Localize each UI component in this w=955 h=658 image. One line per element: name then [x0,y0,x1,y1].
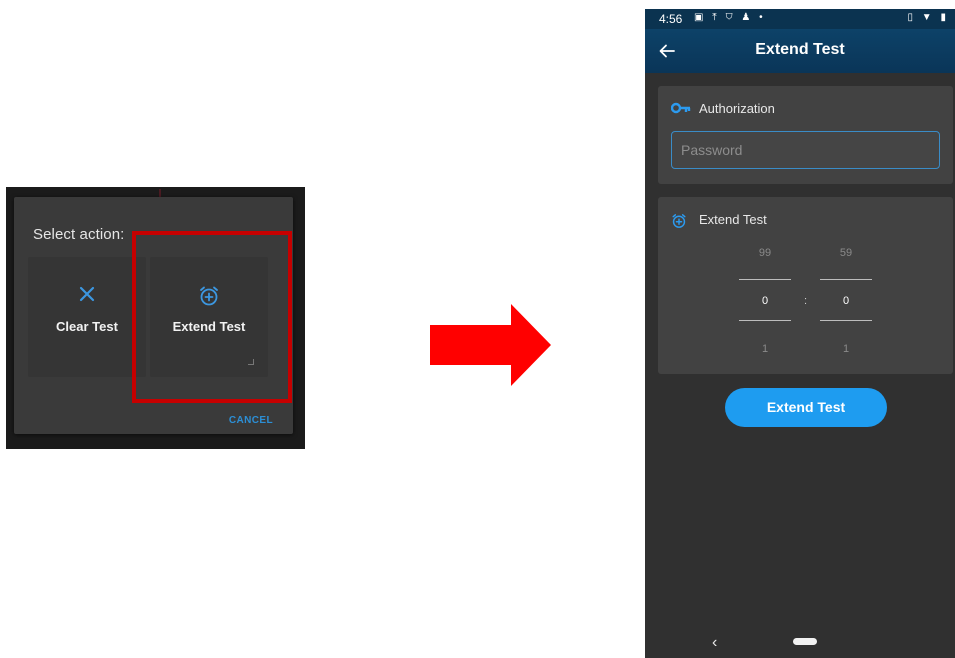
clear-test-button[interactable]: Clear Test [28,257,146,377]
extend-time-card: Extend Test 99 0 1 : 59 0 1 [658,197,953,374]
authorization-card: Authorization [658,86,953,184]
system-nav-bar: ‹ [645,632,955,658]
app-bar: Extend Test [645,29,955,73]
action-dialog-screenshot: Select action: Clear Test Extend Test CA… [6,187,305,449]
dot-icon: • [759,12,766,23]
extend-test-screen: 4:56 ▣ ⤒ ⛉ ♟ • ▯ ▼ ▮ Extend Test Authori… [645,9,955,658]
alarm-add-icon [671,213,693,228]
home-pill-icon[interactable] [793,638,817,645]
chevron-left-icon[interactable]: ‹ [712,634,717,652]
battery-icon: ▮ [940,12,949,23]
authorization-heading: Authorization [699,101,775,116]
time-separator: : [804,295,808,307]
minutes-current-value[interactable]: 0 [820,295,872,307]
picker-divider [820,279,872,280]
clear-test-label: Clear Test [56,319,118,334]
hours-current-value[interactable]: 0 [739,295,791,307]
selection-highlight-box [132,231,292,403]
page-title: Extend Test [755,41,845,58]
dialog-title: Select action: [33,226,125,243]
hours-prev-value[interactable]: 99 [739,247,791,259]
status-system-icons: ▯ ▼ ▮ [908,12,950,23]
picker-divider [739,320,791,321]
picker-divider [820,320,872,321]
status-time: 4:56 [659,12,683,26]
image-icon: ▣ [694,12,707,23]
minutes-next-value[interactable]: 1 [820,343,872,355]
upload-icon: ⤒ [712,12,720,23]
person-icon: ♟ [741,12,754,23]
vibrate-icon: ▯ [907,12,917,23]
hours-next-value[interactable]: 1 [739,343,791,355]
right-arrow-icon [430,304,551,391]
authorization-header: Authorization [670,101,775,116]
status-bar: 4:56 ▣ ⤒ ⛉ ♟ • ▯ ▼ ▮ [645,9,955,29]
cancel-button[interactable]: CANCEL [229,415,273,426]
shield-icon: ⛉ [725,12,736,23]
close-icon [28,285,146,308]
key-icon [670,102,693,116]
minutes-prev-value[interactable]: 59 [820,247,872,259]
picker-divider [739,279,791,280]
status-notification-icons: ▣ ⤒ ⛉ ♟ • [694,12,766,23]
wifi-icon: ▼ [921,12,935,23]
extend-test-submit-button[interactable]: Extend Test [725,388,887,427]
extend-heading: Extend Test [699,212,767,227]
extend-header: Extend Test [671,212,767,228]
password-input[interactable] [671,131,940,169]
